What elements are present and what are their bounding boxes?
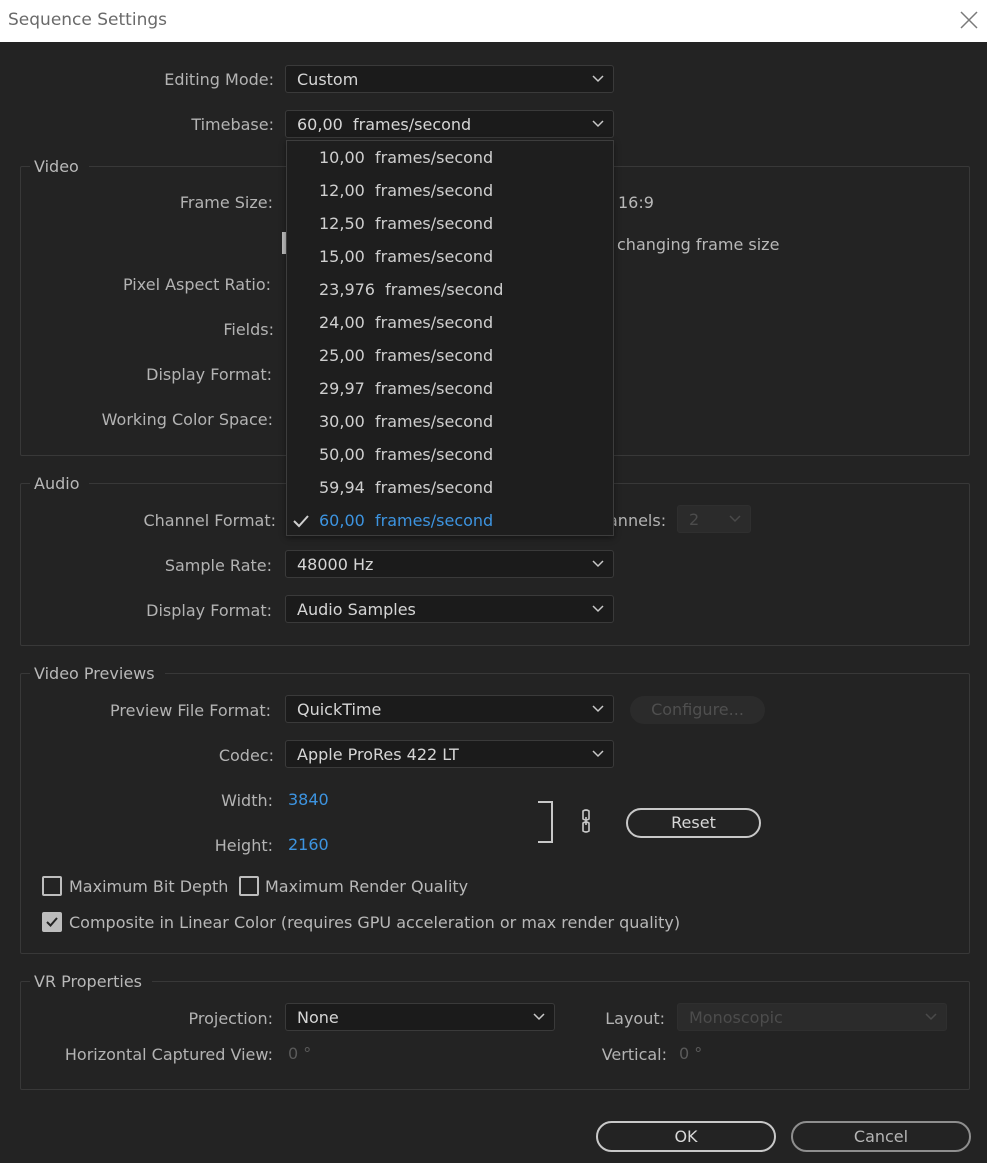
pixel-aspect-label: Pixel Aspect Ratio:	[123, 275, 271, 294]
check-icon	[46, 917, 58, 927]
editing-mode-value: Custom	[297, 70, 359, 89]
aspect-ratio-text: 16:9	[618, 193, 654, 212]
timebase-option[interactable]: 25,00 frames/second	[319, 346, 493, 365]
channel-format-label: Channel Format:	[143, 511, 276, 530]
configure-button[interactable]: Configure...	[630, 696, 765, 724]
reset-button[interactable]: Reset	[626, 808, 761, 838]
codec-label: Codec:	[218, 746, 274, 765]
chain-link-icon[interactable]	[578, 808, 594, 834]
audio-group-title: Audio	[30, 474, 90, 493]
projection-dropdown[interactable]: None	[285, 1003, 555, 1031]
layout-label: Layout:	[605, 1009, 665, 1028]
linear-color-label: Composite in Linear Color (requires GPU …	[69, 913, 681, 932]
frame-size-label: Frame Size:	[179, 193, 273, 212]
chevron-down-icon	[925, 1013, 937, 1021]
timebase-option[interactable]: 12,50 frames/second	[319, 214, 493, 233]
timebase-option[interactable]: 15,00 frames/second	[319, 247, 493, 266]
max-render-quality-checkbox[interactable]	[239, 876, 259, 896]
timebase-option[interactable]: 50,00 frames/second	[319, 445, 493, 464]
chevron-down-icon	[592, 605, 604, 613]
ok-button[interactable]: OK	[596, 1121, 776, 1152]
max-bit-depth-checkbox[interactable]	[42, 876, 62, 896]
timebase-option[interactable]: 59,94 frames/second	[319, 478, 493, 497]
timebase-option[interactable]: 23,976 frames/second	[319, 280, 503, 299]
timebase-option[interactable]: 30,00 frames/second	[319, 412, 493, 431]
chevron-down-icon	[592, 560, 604, 568]
video-previews-group-title: Video Previews	[30, 664, 165, 683]
max-bit-depth-label: Maximum Bit Depth	[69, 877, 229, 896]
link-bracket-icon	[538, 801, 553, 843]
editing-mode-dropdown[interactable]: Custom	[285, 65, 614, 93]
sample-rate-dropdown[interactable]: 48000 Hz	[285, 550, 614, 578]
vertical-label: Vertical:	[601, 1045, 667, 1064]
timebase-label: Timebase:	[191, 115, 274, 134]
timebase-menu: 10,00 frames/second 12,00 frames/second …	[286, 140, 614, 536]
audio-display-format-label: Display Format:	[146, 601, 272, 620]
channels-label: annels:	[608, 511, 667, 530]
working-color-space-label: Working Color Space:	[101, 410, 273, 429]
horizontal-view-value[interactable]: 0 °	[288, 1044, 311, 1063]
cancel-button[interactable]: Cancel	[791, 1121, 971, 1152]
timebase-option[interactable]: 24,00 frames/second	[319, 313, 493, 332]
horizontal-view-label: Horizontal Captured View:	[64, 1045, 273, 1064]
layout-value: Monoscopic	[689, 1008, 783, 1027]
preview-file-format-label: Preview File Format:	[110, 701, 271, 720]
timebase-dropdown[interactable]: 60,00 frames/second	[285, 110, 614, 138]
sample-rate-value: 48000 Hz	[297, 555, 374, 574]
checkmark-icon	[293, 515, 309, 528]
sample-rate-label: Sample Rate:	[164, 556, 272, 575]
fields-label: Fields:	[223, 320, 274, 339]
window-title: Sequence Settings	[8, 10, 167, 30]
scale-text: changing frame size	[617, 235, 780, 254]
codec-dropdown[interactable]: Apple ProRes 422 LT	[285, 740, 614, 768]
width-value[interactable]: 3840	[288, 790, 329, 809]
video-group-title: Video	[30, 157, 89, 176]
timebase-option[interactable]: 10,00 frames/second	[319, 148, 493, 167]
chevron-down-icon	[592, 705, 604, 713]
vr-properties-group-title: VR Properties	[30, 972, 153, 991]
preview-file-format-dropdown[interactable]: QuickTime	[285, 695, 614, 723]
vertical-value[interactable]: 0 °	[679, 1044, 702, 1063]
codec-value: Apple ProRes 422 LT	[297, 745, 459, 764]
chevron-down-icon	[592, 750, 604, 758]
display-format-label: Display Format:	[146, 365, 272, 384]
layout-dropdown[interactable]: Monoscopic	[677, 1003, 947, 1031]
timebase-option[interactable]: 12,00 frames/second	[319, 181, 493, 200]
vr-properties-group	[20, 981, 970, 1090]
channels-value: 2	[689, 510, 700, 529]
chevron-down-icon	[592, 120, 604, 128]
audio-display-format-value: Audio Samples	[297, 600, 416, 619]
chevron-down-icon	[729, 515, 741, 523]
audio-display-format-dropdown[interactable]: Audio Samples	[285, 595, 614, 623]
linear-color-checkbox[interactable]	[42, 912, 62, 932]
chevron-down-icon	[592, 75, 604, 83]
width-label: Width:	[221, 791, 273, 810]
preview-file-format-value: QuickTime	[297, 700, 382, 719]
projection-value: None	[297, 1008, 339, 1027]
max-render-quality-label: Maximum Render Quality	[265, 877, 469, 896]
chevron-down-icon	[533, 1013, 545, 1021]
close-icon[interactable]	[956, 6, 982, 34]
height-value[interactable]: 2160	[288, 835, 329, 854]
projection-label: Projection:	[188, 1009, 273, 1028]
editing-mode-label: Editing Mode:	[164, 70, 274, 89]
height-label: Height:	[214, 836, 273, 855]
channels-dropdown[interactable]: 2	[677, 505, 751, 533]
timebase-option[interactable]: 29,97 frames/second	[319, 379, 493, 398]
timebase-option-selected[interactable]: 60,00 frames/second	[319, 511, 493, 530]
timebase-value: 60,00 frames/second	[297, 115, 472, 134]
